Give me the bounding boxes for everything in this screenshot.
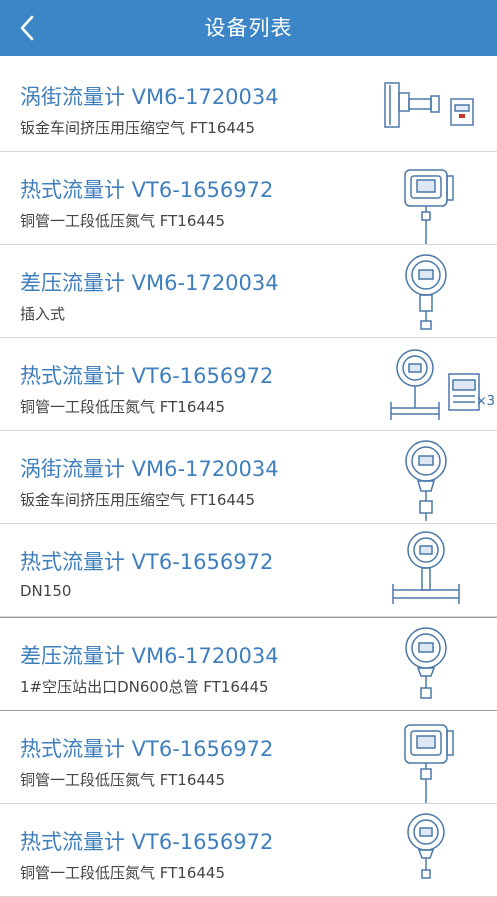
device-item[interactable]: 热式流量计 VT6-1656972 DN150 [0, 524, 497, 617]
page-title: 设备列表 [204, 16, 293, 40]
thermal-flange-meter-icon [392, 531, 460, 604]
thermal-probe-icon [407, 813, 445, 879]
device-item[interactable]: 热式流量计 VT6-1656972 铜管一工段低压氮气 FT16445 [0, 711, 497, 804]
device-item[interactable]: 涡街流量计 VM6-1720034 钣金车间挤压用压缩空气 FT16445 [0, 431, 497, 524]
device-title: 热式流量计 VT6-1656972 [20, 737, 274, 761]
device-subtitle: 铜管一工段低压氮气 FT16445 [20, 771, 226, 789]
vortex-probe-icon [405, 440, 447, 521]
device-item[interactable]: 热式流量计 VT6-1656972 铜管一工段低压氮气 FT16445 ×3 [0, 338, 497, 431]
device-item[interactable]: 热式流量计 VT6-1656972 铜管一工段低压氮气 FT16445 [0, 804, 497, 897]
thermal-meter-icon [404, 724, 454, 803]
device-title: 差压流量计 VM6-1720034 [20, 271, 279, 295]
vortex-meter-icon [384, 82, 474, 128]
device-item[interactable]: 热式流量计 VT6-1656972 铜管一工段低压氮气 FT16445 [0, 152, 497, 245]
device-subtitle: 钣金车间挤压用压缩空气 FT16445 [20, 119, 256, 137]
device-item[interactable]: 差压流量计 VM6-1720034 插入式 [0, 245, 497, 338]
device-subtitle: 铜管一工段低压氮气 FT16445 [20, 212, 226, 230]
thermal-meter-icon [404, 169, 454, 244]
device-title: 热式流量计 VT6-1656972 [20, 178, 274, 202]
device-title: 热式流量计 VT6-1656972 [20, 550, 274, 574]
device-subtitle: 插入式 [20, 305, 66, 323]
device-title: 涡街流量计 VM6-1720034 [20, 457, 279, 481]
device-item[interactable]: 涡街流量计 VM6-1720034 钣金车间挤压用压缩空气 FT16445 [0, 59, 497, 152]
device-subtitle: 铜管一工段低压氮气 FT16445 [20, 398, 226, 416]
device-title: 涡街流量计 VM6-1720034 [20, 85, 279, 109]
dp-probe-icon [405, 627, 447, 699]
device-list: 涡街流量计 VM6-1720034 钣金车间挤压用压缩空气 FT16445 热式… [0, 59, 497, 897]
device-title: 差压流量计 VM6-1720034 [20, 644, 279, 668]
device-item[interactable]: 差压流量计 VM6-1720034 1#空压站出口DN600总管 FT16445 [0, 617, 497, 711]
device-subtitle: DN150 [20, 582, 72, 600]
device-subtitle: 1#空压站出口DN600总管 FT16445 [20, 678, 269, 696]
thermal-pipe-meter-icon [390, 349, 480, 420]
device-title: 热式流量计 VT6-1656972 [20, 830, 274, 854]
device-title: 热式流量计 VT6-1656972 [20, 364, 274, 388]
device-subtitle: 钣金车间挤压用压缩空气 FT16445 [20, 491, 256, 509]
dp-meter-icon [405, 254, 447, 330]
device-subtitle: 铜管一工段低压氮气 FT16445 [20, 864, 226, 882]
app-header: 设备列表 [0, 0, 497, 56]
quantity-badge: ×3 [475, 394, 495, 409]
